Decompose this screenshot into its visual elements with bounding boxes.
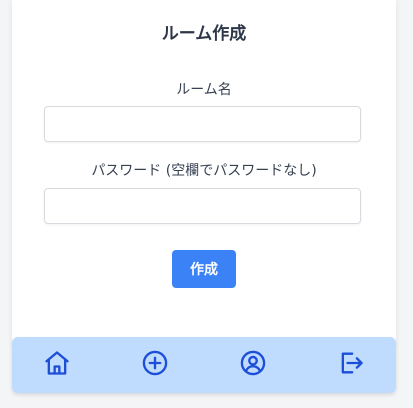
- room-name-label: ルーム名: [176, 82, 232, 98]
- nav-logout[interactable]: [336, 350, 366, 380]
- password-label: パスワード (空欄でパスワードなし): [91, 163, 317, 179]
- password-input[interactable]: [44, 188, 361, 224]
- logout-icon: [337, 349, 365, 381]
- page: ルーム作成 ルーム名 パスワード (空欄でパスワードなし) 作成: [0, 0, 413, 408]
- nav-create-room[interactable]: [140, 350, 170, 380]
- create-room-card: ルーム作成 ルーム名 パスワード (空欄でパスワードなし) 作成: [12, 0, 396, 345]
- user-circle-icon: [239, 349, 267, 381]
- nav-home[interactable]: [42, 350, 72, 380]
- create-button[interactable]: 作成: [172, 250, 236, 288]
- bottom-nav: [12, 337, 396, 393]
- page-title: ルーム作成: [161, 24, 247, 44]
- plus-circle-icon: [141, 349, 169, 381]
- room-name-input[interactable]: [44, 106, 361, 142]
- nav-profile[interactable]: [238, 350, 268, 380]
- home-icon: [43, 349, 71, 381]
